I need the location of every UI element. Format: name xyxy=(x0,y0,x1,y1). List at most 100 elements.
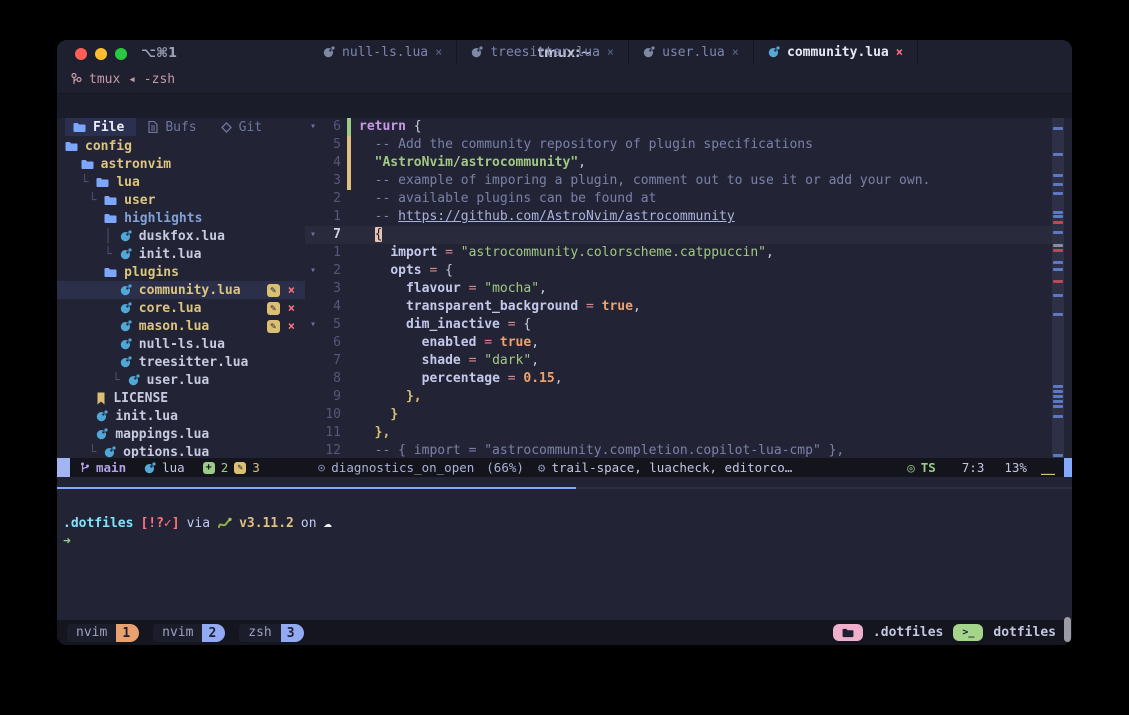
fold-column xyxy=(305,442,321,458)
close-buffer-icon[interactable]: × xyxy=(288,319,295,333)
close-icon[interactable]: × xyxy=(435,45,442,59)
tree-item-config[interactable]: config xyxy=(57,137,305,155)
code-text: -- Add the community repository of plugi… xyxy=(359,136,813,154)
code-token: transparent_background xyxy=(406,299,578,314)
explorer-tab-label: Git xyxy=(239,120,262,135)
line-number: 7 xyxy=(321,226,347,244)
tree-item-user[interactable]: └ user xyxy=(57,191,305,209)
gitsign-column xyxy=(347,244,351,262)
code-token: shade xyxy=(422,353,461,368)
tmux-window-3[interactable]: zsh3 xyxy=(239,624,303,642)
gitsign-column xyxy=(347,388,351,406)
fold-marker-icon[interactable]: ▾ xyxy=(305,226,321,244)
tmux-window-2[interactable]: nvim2 xyxy=(153,624,225,642)
minimap-mark xyxy=(1053,415,1063,418)
gitsign-column xyxy=(347,262,351,280)
line-number: 4 xyxy=(321,298,347,316)
tree-guides xyxy=(65,283,120,298)
tree-item-user.lua[interactable]: └ user.lua xyxy=(57,371,305,389)
tree-item-highlights[interactable]: highlights xyxy=(57,209,305,227)
shell-pane[interactable]: .dotfiles [!?✓] via v3.11.2 on ☁ ➜ xyxy=(57,477,1072,620)
code-token: { xyxy=(414,119,422,134)
code-token: -- Add the community repository of plugi… xyxy=(375,137,813,152)
code-token: { xyxy=(445,263,453,278)
fold-column xyxy=(305,388,321,406)
close-icon[interactable]: × xyxy=(896,45,903,59)
statusline-right-block xyxy=(1064,458,1072,477)
explorer-tab-label: File xyxy=(93,120,124,135)
close-icon[interactable]: × xyxy=(607,45,614,59)
code-token: = xyxy=(437,245,460,260)
tmux-window-1[interactable]: nvim1 xyxy=(67,624,139,642)
tree-item-duskfox.lua[interactable]: │ duskfox.lua xyxy=(57,227,305,245)
tree-guides xyxy=(65,319,120,334)
buffer-tab-treesitter.lua[interactable]: treesitter.lua× xyxy=(457,40,629,64)
code-token: -- { import = "astrocommunity.completion… xyxy=(375,443,845,458)
tmux-status-bar: nvim1nvim2zsh3 .dotfiles>_dotfiles xyxy=(57,620,1072,645)
buffer-tab-null-ls.lua[interactable]: null-ls.lua × xyxy=(309,40,457,64)
pane-divider-active[interactable] xyxy=(57,487,576,489)
tree-item-null-ls.lua[interactable]: null-ls.lua xyxy=(57,335,305,353)
buffer-tab-community.lua[interactable]: community.lua× xyxy=(754,40,918,64)
tree-item-core.lua[interactable]: core.lua✎× xyxy=(57,299,305,317)
buffer-tab-user.lua[interactable]: user.lua × xyxy=(629,40,754,64)
prompt-directory: .dotfiles xyxy=(63,516,133,531)
minimap-mark xyxy=(1053,244,1063,247)
tree-item-label: user.lua xyxy=(147,373,210,388)
lua-icon xyxy=(323,46,335,58)
explorer-tab-git[interactable]: Git xyxy=(213,118,274,136)
tree-item-treesitter.lua[interactable]: treesitter.lua xyxy=(57,353,305,371)
tree-item-label: lua xyxy=(116,175,139,190)
prompt-git-status: [!?✓] xyxy=(140,516,179,531)
tree-item-init.lua[interactable]: init.lua xyxy=(57,407,305,425)
gitsign-column xyxy=(347,334,351,352)
tmux-window-number: 2 xyxy=(202,624,225,642)
code-token: , xyxy=(555,371,563,386)
macos-scrollbar-thumb[interactable] xyxy=(1064,617,1071,642)
code-token: = xyxy=(500,371,523,386)
tree-item-LICENSE[interactable]: LICENSE xyxy=(57,389,305,407)
code-token: "dark" xyxy=(484,353,531,368)
tree-item-options.lua[interactable]: └ options.lua xyxy=(57,443,305,458)
terminal-tab[interactable]: tmux ◂ -zsh xyxy=(71,72,175,87)
tree-item-mappings.lua[interactable]: mappings.lua xyxy=(57,425,305,443)
tree-item-plugins[interactable]: plugins xyxy=(57,263,305,281)
code-token: , xyxy=(578,155,586,170)
fold-marker-icon[interactable]: ▾ xyxy=(305,316,321,334)
tab-label: user.lua xyxy=(662,45,725,60)
explorer-tab-file[interactable]: File xyxy=(65,118,136,136)
fold-marker-icon[interactable]: ▾ xyxy=(305,118,321,136)
tree-item-astronvim[interactable]: astronvim xyxy=(57,155,305,173)
code-text: }, xyxy=(359,424,390,442)
pane-divider[interactable] xyxy=(576,487,1072,489)
code-line: ▾6return { xyxy=(305,118,1052,136)
code-token: = xyxy=(422,263,445,278)
tree-item-init.lua[interactable]: └ init.lua xyxy=(57,245,305,263)
explorer-tab-bufs[interactable]: Bufs xyxy=(140,118,208,136)
close-icon[interactable]: × xyxy=(732,45,739,59)
fold-marker-icon[interactable]: ▾ xyxy=(305,262,321,280)
close-buffer-icon[interactable]: × xyxy=(288,301,295,315)
gitsign-column xyxy=(347,406,351,424)
code-editor[interactable]: ▾6return {5 -- Add the community reposit… xyxy=(305,118,1052,458)
git-modified-icon: ✎ xyxy=(234,462,246,474)
tab-label: null-ls.lua xyxy=(342,45,428,60)
diagnostics-segment: ⊙ diagnostics_on_open (66%) xyxy=(318,460,524,475)
tree-item-lua[interactable]: └ lua xyxy=(57,173,305,191)
tmux-window-name: nvim xyxy=(67,624,116,642)
code-token: true xyxy=(602,299,633,314)
tree-item-mason.lua[interactable]: mason.lua✎× xyxy=(57,317,305,335)
git-branch-segment: main xyxy=(80,460,126,475)
line-number: 2 xyxy=(321,262,347,280)
close-buffer-icon[interactable]: × xyxy=(288,283,295,297)
tree-item-community.lua[interactable]: community.lua✎× xyxy=(57,281,305,299)
code-text: shade = "dark", xyxy=(359,352,539,370)
tree-item-label: init.lua xyxy=(115,409,178,424)
scrollbar-minimap[interactable] xyxy=(1052,118,1064,458)
explorer-source-tabs: File Bufs Git xyxy=(57,118,305,136)
gitsign-column xyxy=(347,352,351,370)
line-number: 6 xyxy=(321,334,347,352)
tree-item-label: user xyxy=(124,193,155,208)
line-number: 10 xyxy=(321,406,347,424)
diamond-icon xyxy=(221,122,232,133)
